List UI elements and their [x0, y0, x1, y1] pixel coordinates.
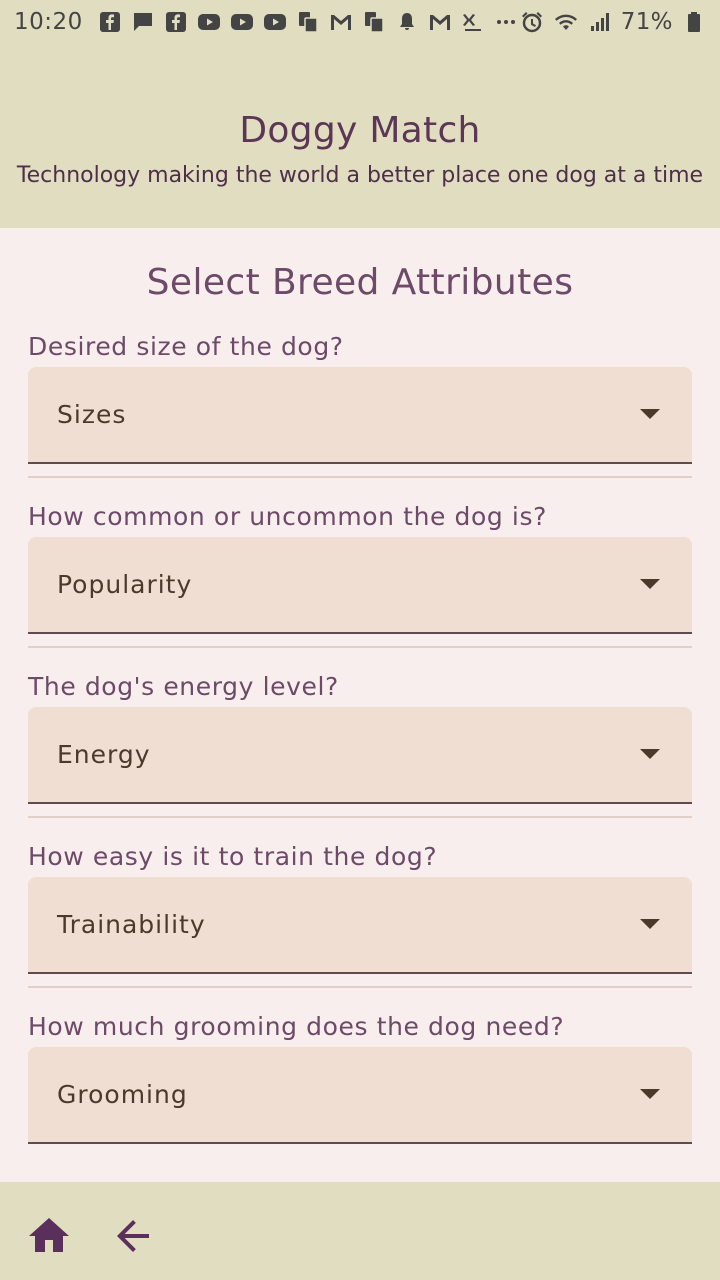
- popularity-label: How common or uncommon the dog is?: [28, 502, 547, 531]
- battery-percent: 71%: [620, 9, 673, 35]
- popularity-field: How common or uncommon the dog is? Popul…: [28, 500, 692, 634]
- app-header: Doggy Match Technology making the world …: [0, 44, 720, 228]
- sleep-icon: [460, 9, 486, 35]
- arrow-left-icon: [117, 1220, 149, 1252]
- dropdown-arrow-icon: [640, 1089, 660, 1099]
- bottom-nav: [0, 1182, 720, 1280]
- status-bar: 10:20 71%: [0, 0, 720, 44]
- copy-icon: [361, 9, 387, 35]
- gmail-icon: [427, 9, 453, 35]
- size-select[interactable]: Sizes: [28, 367, 692, 464]
- home-button[interactable]: [25, 1212, 73, 1260]
- youtube-icon: [196, 9, 222, 35]
- divider: [28, 476, 692, 478]
- system-icons: 71%: [519, 9, 707, 35]
- facebook-icon: [97, 9, 123, 35]
- app-title: Doggy Match: [239, 110, 481, 151]
- size-field: Desired size of the dog? Sizes: [28, 330, 692, 464]
- energy-select[interactable]: Energy: [28, 707, 692, 804]
- dropdown-arrow-icon: [640, 919, 660, 929]
- trainability-select[interactable]: Trainability: [28, 877, 692, 974]
- grooming-field: How much grooming does the dog need? Gro…: [28, 1010, 692, 1144]
- dropdown-arrow-icon: [640, 749, 660, 759]
- facebook-icon: [163, 9, 189, 35]
- dropdown-arrow-icon: [640, 579, 660, 589]
- section-title: Select Breed Attributes: [146, 262, 574, 303]
- size-select-value: Sizes: [57, 400, 127, 429]
- bell-icon: [394, 9, 420, 35]
- trainability-field: How easy is it to train the dog? Trainab…: [28, 840, 692, 974]
- back-button[interactable]: [109, 1212, 157, 1260]
- alarm-icon: [519, 9, 545, 35]
- gmail-icon: [328, 9, 354, 35]
- energy-select-value: Energy: [57, 740, 151, 769]
- trainability-label: How easy is it to train the dog?: [28, 842, 438, 871]
- grooming-label: How much grooming does the dog need?: [28, 1012, 565, 1041]
- dropdown-arrow-icon: [640, 409, 660, 419]
- chat-icon: [130, 9, 156, 35]
- popularity-select[interactable]: Popularity: [28, 537, 692, 634]
- app-subtitle: Technology making the world a better pla…: [16, 163, 704, 188]
- divider: [28, 646, 692, 648]
- energy-label: The dog's energy level?: [28, 672, 339, 701]
- wifi-icon: [553, 9, 579, 35]
- main-content: Select Breed Attributes Desired size of …: [0, 228, 720, 1182]
- divider: [28, 986, 692, 988]
- grooming-select-value: Grooming: [57, 1080, 188, 1109]
- size-label: Desired size of the dog?: [28, 332, 344, 361]
- notification-icons: [97, 9, 519, 35]
- youtube-icon: [229, 9, 255, 35]
- status-time: 10:20: [14, 9, 83, 35]
- home-icon: [29, 1218, 69, 1252]
- battery-icon: [681, 9, 707, 35]
- trainability-select-value: Trainability: [57, 910, 206, 939]
- divider: [28, 816, 692, 818]
- grooming-select[interactable]: Grooming: [28, 1047, 692, 1144]
- energy-field: The dog's energy level? Energy: [28, 670, 692, 804]
- youtube-icon: [262, 9, 288, 35]
- more-dots-icon: [493, 9, 519, 35]
- signal-icon: [587, 9, 613, 35]
- popularity-select-value: Popularity: [57, 570, 193, 599]
- copy-icon: [295, 9, 321, 35]
